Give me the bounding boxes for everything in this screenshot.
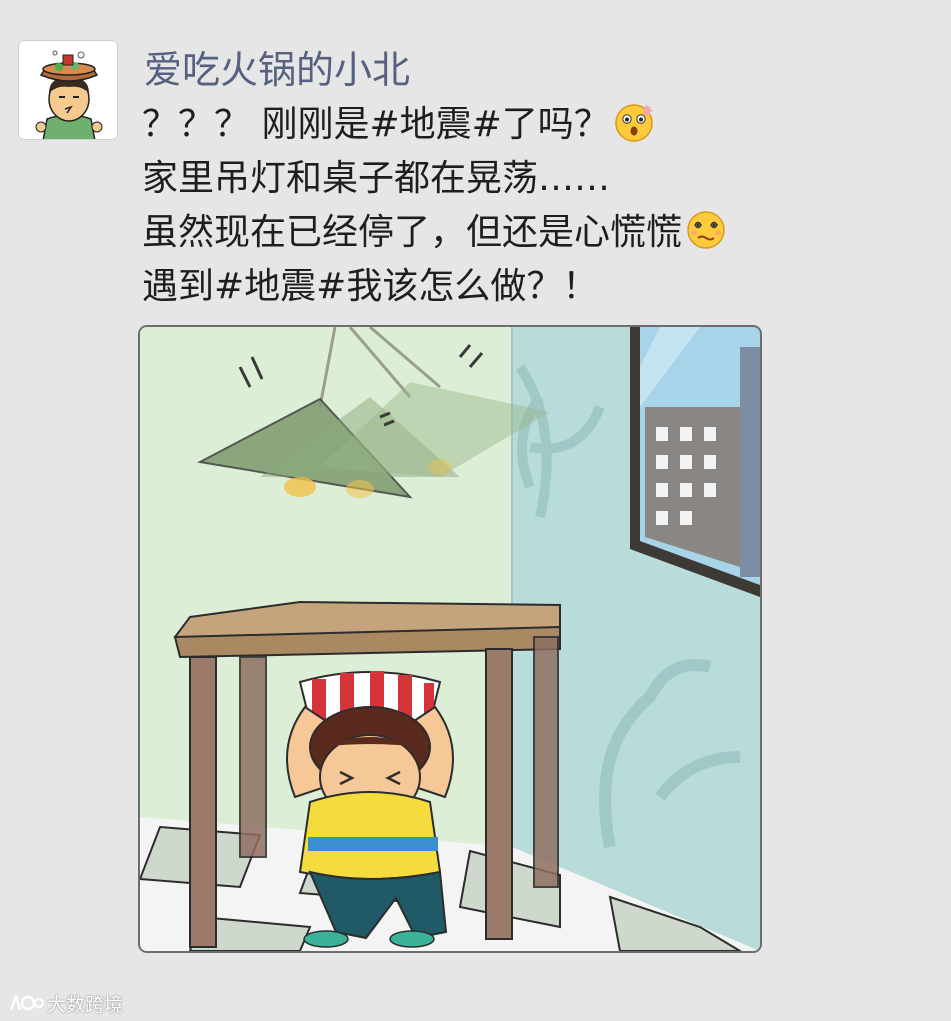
post-text: ？？？ 刚刚是#地震#了吗？ 家里吊灯和桌子都在晃荡…… 虽然现在已经停了，但还… [142,98,902,314]
post-line-1-text: ？？？ 刚刚是#地震#了吗？ [142,104,610,145]
user-avatar[interactable] [18,40,118,140]
avatar-cartoon-icon [19,41,117,139]
post-line-1: ？？？ 刚刚是#地震#了吗？ [142,98,902,152]
watermark-logo-icon [9,995,44,1011]
earthquake-illustration [140,327,760,951]
watermark-text: 大数跨境 [47,993,124,1016]
watermark: 大数跨境 [8,990,123,1016]
dizzy-emoji-icon [687,211,725,249]
post-line-2: 家里吊灯和桌子都在晃荡…… [142,158,611,199]
shocked-emoji-icon [615,104,653,142]
username[interactable]: 爱吃火锅的小北 [144,44,410,96]
weibo-post-card: 爱吃火锅的小北 ？？？ 刚刚是#地震#了吗？ 家里吊灯和桌子都在晃荡…… 虽然现… [0,0,951,1021]
post-line-3: 虽然现在已经停了，但还是心慌慌 [142,206,902,260]
post-image[interactable] [138,325,762,953]
post-line-4: 遇到#地震#我该怎么做？！ [142,266,599,307]
post-line-3-text: 虽然现在已经停了，但还是心慌慌 [142,212,683,253]
